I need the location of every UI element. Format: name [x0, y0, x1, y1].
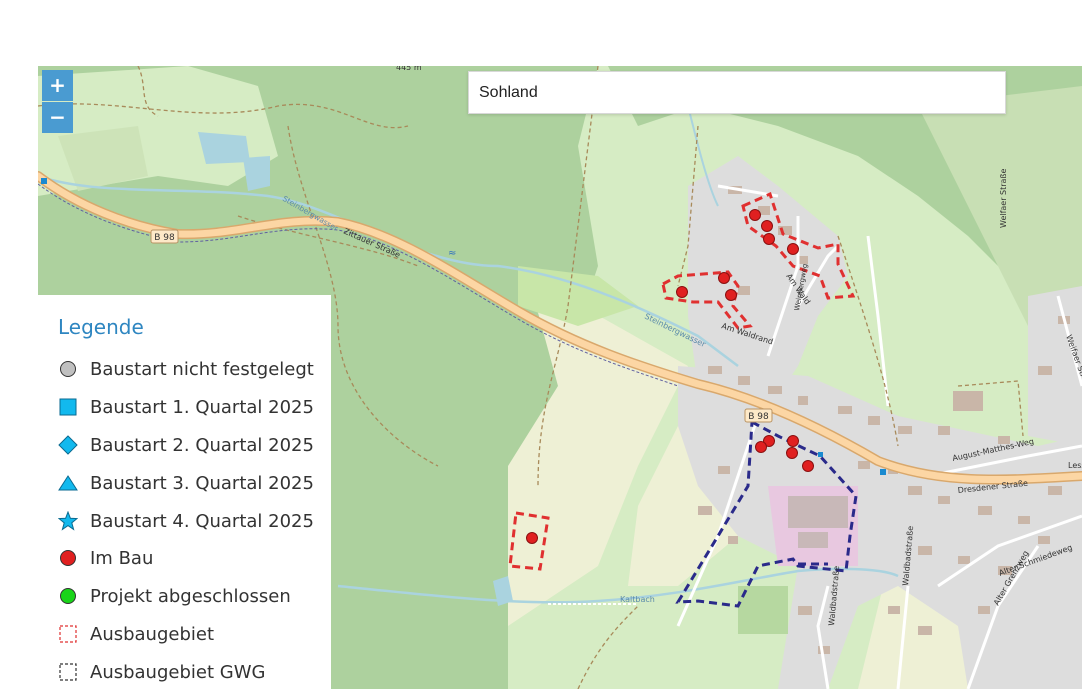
zoom-in-button[interactable]: +: [42, 70, 73, 101]
legend-item-q2-2025: Baustart 2. Quartal 2025: [56, 430, 314, 460]
legend-label: Baustart 1. Quartal 2025: [90, 396, 314, 418]
zoom-out-button[interactable]: −: [42, 102, 73, 133]
legend-item-q4-2025: Baustart 4. Quartal 2025: [56, 506, 314, 536]
legend-label: Baustart 2. Quartal 2025: [90, 434, 314, 456]
legend-label: Baustart 4. Quartal 2025: [90, 510, 314, 532]
pond: [198, 132, 250, 164]
star-icon: [56, 509, 80, 533]
marker-im-bau[interactable]: [787, 243, 799, 255]
legend-label: Projekt abgeschlossen: [90, 585, 291, 607]
legend-label: Ausbaugebiet GWG: [90, 661, 266, 683]
road-shield-b98-west-text: B 98: [154, 233, 175, 243]
circle-icon: [56, 546, 80, 570]
triangle-icon: [56, 471, 80, 495]
label-kaltbach: Kaltbach: [620, 595, 655, 604]
circle-icon: [56, 357, 80, 381]
marker-im-bau[interactable]: [787, 435, 799, 447]
marker-im-bau[interactable]: [761, 220, 773, 232]
marker-im-bau[interactable]: [755, 441, 767, 453]
legend-item-baustart-nicht-festgelegt: Baustart nicht festgelegt: [56, 354, 314, 384]
marker-im-bau[interactable]: [749, 209, 761, 221]
road-shield-b98-west: B 98: [150, 229, 179, 244]
dashed-square-icon: [56, 660, 80, 684]
legend-item-q3-2025: Baustart 3. Quartal 2025: [56, 468, 314, 498]
marker-im-bau[interactable]: [763, 233, 775, 245]
legend-title: Legende: [58, 315, 144, 339]
legend-item-ausbaugebiet-gwg: Ausbaugebiet GWG: [56, 657, 265, 687]
legend-label: Im Bau: [90, 547, 154, 569]
label-welfaer: Welfaer Straße: [999, 168, 1008, 228]
legend-label: Baustart nicht festgelegt: [90, 358, 314, 380]
legend-panel: Legende Baustart nicht festgelegt Bausta…: [38, 295, 331, 695]
marker-im-bau[interactable]: [786, 447, 798, 459]
diamond-icon: [56, 433, 80, 457]
svg-text:≈: ≈: [448, 248, 456, 259]
circle-icon: [56, 584, 80, 608]
dashed-square-icon: [56, 622, 80, 646]
legend-item-projekt-abgeschlossen: Projekt abgeschlossen: [56, 581, 291, 611]
legend-item-q1-2025: Baustart 1. Quartal 2025: [56, 392, 314, 422]
label-elevation: 445 m: [396, 66, 422, 72]
marker-im-bau[interactable]: [676, 286, 688, 298]
label-less: Less: [1068, 461, 1082, 470]
legend-label: Baustart 3. Quartal 2025: [90, 472, 314, 494]
legend-item-ausbaugebiet: Ausbaugebiet: [56, 619, 214, 649]
marker-q1[interactable]: [41, 178, 47, 184]
legend-item-im-bau: Im Bau: [56, 543, 153, 573]
road-shield-b98-east-text: B 98: [748, 412, 769, 422]
marker-im-bau[interactable]: [802, 460, 814, 472]
search-box[interactable]: [468, 71, 1006, 114]
marker-im-bau[interactable]: [526, 532, 538, 544]
road-shield-b98-east: B 98: [744, 408, 773, 423]
square-icon: [56, 395, 80, 419]
marker-im-bau[interactable]: [725, 289, 737, 301]
marker-im-bau[interactable]: [718, 272, 730, 284]
marker-q1[interactable]: [880, 469, 886, 475]
legend-label: Ausbaugebiet: [90, 623, 215, 645]
search-input[interactable]: [469, 72, 1005, 113]
